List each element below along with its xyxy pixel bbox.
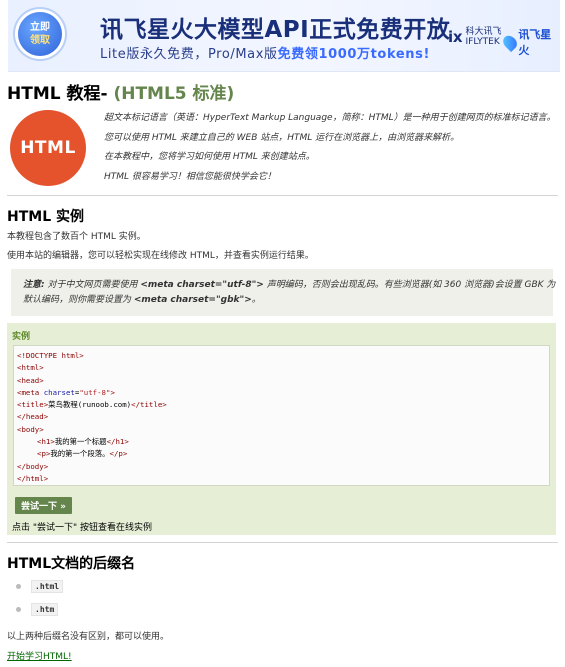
note-text1: 对于中文网页需要使用 — [44, 280, 141, 290]
code-line: <!DOCTYPE html> — [17, 350, 546, 362]
section-heading-suffix: HTML文档的后缀名 — [7, 556, 136, 572]
note-line2: 默认编码，则你需要设置为 <meta charset="gbk">。 — [23, 293, 541, 308]
code-line: <head> — [17, 375, 546, 387]
example-box: 实例 <!DOCTYPE html> <html> <head> <meta c… — [7, 323, 556, 535]
page: 立即 领取 讯飞星火大模型API正式免费开放 Lite版永久免费，Pro/Max… — [0, 0, 565, 667]
code-token: <body> — [17, 424, 44, 434]
example-intro-line1: 本教程包含了数百个 HTML 实例。 — [7, 232, 146, 242]
code-token: </title> — [131, 400, 167, 410]
note-text2: 声明编码，否则会出现乱码。有些浏览器(如 360 浏览器)会设置 GBK 为 — [263, 280, 556, 290]
page-title-sub: (HTML5 标准) — [113, 84, 235, 104]
divider — [7, 542, 558, 543]
code-text: 我的第一个段落。 — [50, 449, 110, 459]
badge-line2: 领取 — [30, 35, 50, 46]
example-label: 实例 — [12, 332, 31, 342]
iflytek-mark-icon: ⅸ — [448, 28, 463, 46]
spark-logo: 讯飞星火 — [500, 26, 560, 58]
list-item: .html — [16, 580, 64, 593]
banner-headline: 讯飞星火大模型API正式免费开放 — [100, 17, 451, 43]
code-token: > — [110, 387, 115, 397]
intro-line: 超文本标记语言（英语：HyperText Markup Language，简称：… — [104, 113, 556, 123]
html-logo-icon: HTML — [10, 110, 86, 186]
code-token: <h1> — [37, 437, 55, 447]
code-line: <title>菜鸟教程(runoob.com)</title> — [17, 399, 546, 411]
ad-banner[interactable]: 立即 领取 讯飞星火大模型API正式免费开放 Lite版永久免费，Pro/Max… — [8, 0, 560, 72]
suffix-code: .htm — [31, 603, 59, 616]
iflytek-text-top: 科大讯飞 — [465, 27, 502, 37]
page-title-main: HTML 教程- — [7, 84, 114, 104]
code-line: <p>我的第一个段落。</p> — [17, 448, 546, 460]
intro-line: HTML 很容易学习！相信您能很快学会它！ — [104, 171, 276, 182]
code-token: <html> — [17, 363, 44, 373]
code-text: 菜鸟教程(runoob.com) — [48, 400, 132, 410]
list-item: .htm — [16, 603, 59, 616]
example-intro-line2: 使用本站的编辑器，您可以轻松实现在线修改 HTML，并查看实例运行结果。 — [7, 251, 314, 261]
divider — [7, 195, 558, 196]
code-attr: charset — [43, 387, 75, 397]
intro-text: 超文本标记语言（英语：HyperText Markup Language，简称：… — [104, 109, 556, 187]
code-line: </head> — [17, 411, 546, 423]
bullet-icon — [16, 607, 21, 612]
code-line: </body> — [17, 461, 546, 473]
suffix-note: 以上两种后缀名没有区别，都可以使用。 — [7, 632, 170, 642]
code-token: <meta — [17, 387, 44, 397]
suffix-code: .html — [31, 580, 64, 593]
spark-logo-text: 讯飞星火 — [518, 28, 552, 57]
code-token: </body> — [17, 461, 49, 471]
code-token: <head> — [17, 375, 44, 385]
note-label: 注意: — [23, 280, 45, 290]
code-token: </html> — [17, 473, 49, 483]
encoding-note: 注意: 对于中文网页需要使用 <meta charset="utf-8"> 声明… — [11, 269, 555, 316]
page-title: HTML 教程- (HTML5 标准) — [7, 79, 234, 104]
banner-sub-prefix: Lite版永久免费，Pro/Max版 — [100, 47, 278, 62]
code-attr-value: "utf-8" — [79, 387, 111, 397]
try-it-hint: 点击 "尝试一下" 按钮查看在线实例 — [12, 523, 153, 533]
iflytek-logo: ⅸ 科大讯飞 IFLYTEK — [448, 27, 502, 47]
badge-line1: 立即 — [30, 22, 50, 33]
bullet-icon — [16, 584, 21, 589]
code-token: </h1> — [106, 437, 129, 447]
code-line: <body> — [17, 424, 546, 436]
spark-drop-icon — [500, 32, 520, 52]
code-token: </p> — [109, 449, 128, 459]
code-line: <h1>我的第一个标题</h1> — [17, 436, 546, 448]
html-logo-text: HTML — [20, 138, 76, 158]
intro-line: 在本教程中，您将学习如何使用 HTML 来创建站点。 — [104, 152, 315, 162]
note-text3: 默认编码，则你需要设置为 — [23, 295, 134, 305]
intro-line: 您可以使用 HTML 来建立自己的 WEB 站点，HTML 运行在浏览器上，由浏… — [104, 132, 460, 143]
claim-badge[interactable]: 立即 领取 — [18, 12, 62, 56]
banner-sub-highlight: 免费领1000万tokens! — [277, 47, 431, 62]
code-text: 我的第一个标题 — [54, 437, 107, 447]
iflytek-text-bottom: IFLYTEK — [465, 37, 500, 47]
code-line: <meta charset="utf-8"> — [17, 387, 546, 399]
code-token: </head> — [17, 412, 49, 422]
code-line: <html> — [17, 362, 546, 374]
section-heading-example: HTML 实例 — [7, 209, 84, 225]
code-token: <!DOCTYPE html> — [17, 351, 84, 360]
iflytek-text: 科大讯飞 IFLYTEK — [466, 27, 502, 47]
code-token: <p> — [37, 449, 51, 459]
note-meta-utf8: <meta charset="utf-8"> — [140, 280, 264, 290]
start-learning-link[interactable]: 开始学习HTML! — [7, 649, 72, 662]
banner-subline: Lite版永久免费，Pro/Max版免费领1000万tokens! — [100, 43, 430, 62]
note-text4: 。 — [251, 295, 261, 305]
try-it-button[interactable]: 尝试一下 » — [15, 497, 72, 514]
code-line: </html> — [17, 473, 546, 485]
note-meta-gbk: <meta charset="gbk"> — [133, 295, 252, 305]
note-line1: 注意: 对于中文网页需要使用 <meta charset="utf-8"> 声明… — [23, 278, 555, 293]
code-token: <title> — [17, 400, 49, 410]
code-block[interactable]: <!DOCTYPE html> <html> <head> <meta char… — [13, 345, 550, 486]
